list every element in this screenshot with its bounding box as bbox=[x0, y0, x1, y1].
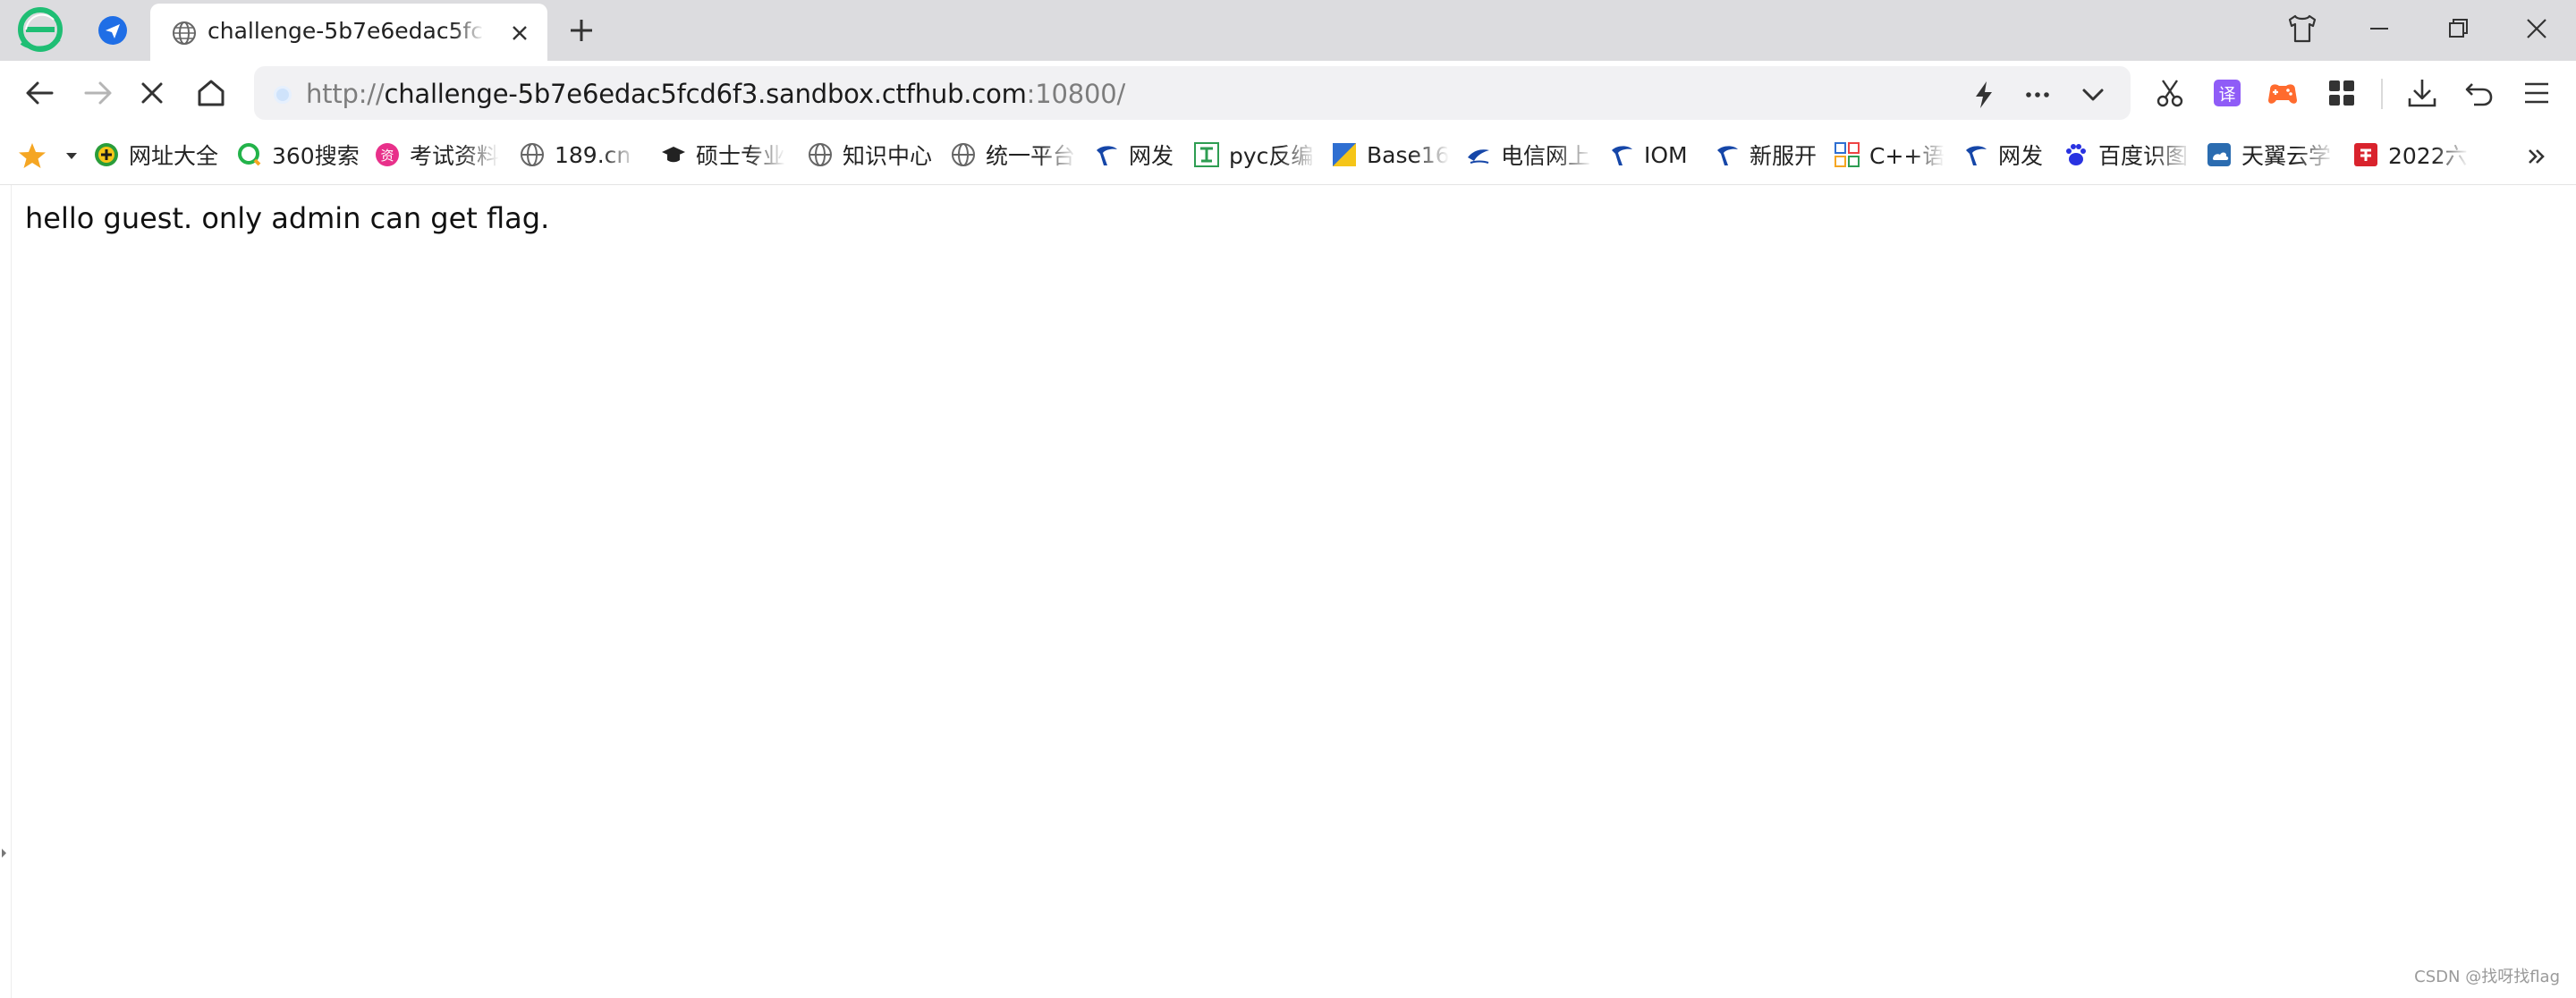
new-tab-plus-icon[interactable] bbox=[565, 14, 597, 47]
bookmark-label: 天翼云学 bbox=[2241, 143, 2332, 169]
bookmark-label: 网发 bbox=[1998, 143, 2044, 169]
globe-icon bbox=[952, 143, 975, 166]
bookmark-item[interactable]: 天翼云学 bbox=[2206, 138, 2334, 172]
close-window-icon[interactable] bbox=[2517, 9, 2556, 48]
stop-loading-icon[interactable] bbox=[132, 73, 172, 113]
bookmark-label: pyc反编 bbox=[1229, 143, 1314, 169]
game-controller-icon[interactable] bbox=[2263, 73, 2302, 113]
bookmark-item[interactable]: 2022六 bbox=[2352, 138, 2469, 172]
bookmark-label: 百度识图 bbox=[2098, 143, 2189, 169]
bookmark-label: 统一平台 bbox=[986, 143, 1076, 169]
bookmark-item[interactable]: 硕士专业 bbox=[660, 138, 785, 172]
page-loading-indicator-icon bbox=[274, 86, 292, 104]
bookmark-label: 知识中心 bbox=[843, 143, 933, 169]
bookmark-item[interactable]: pyc反编 bbox=[1193, 138, 1317, 172]
globe-icon bbox=[521, 143, 544, 166]
undo-restore-icon[interactable] bbox=[2460, 73, 2499, 113]
left-side-panel-edge[interactable] bbox=[0, 185, 12, 998]
url-port: :10800/ bbox=[1026, 79, 1126, 109]
bookmark-label: 硕士专业 bbox=[696, 143, 785, 169]
bookmark-item[interactable]: 资 考试资料 bbox=[374, 138, 499, 172]
bookmark-item[interactable]: C++语 bbox=[1834, 138, 1945, 172]
minimize-icon[interactable] bbox=[2360, 9, 2399, 48]
bookmark-item[interactable]: Base16 bbox=[1331, 138, 1449, 172]
skin-shirt-icon[interactable] bbox=[2283, 9, 2322, 48]
bookmark-item[interactable]: 网址大全 bbox=[93, 138, 218, 172]
forward-arrow-icon[interactable] bbox=[79, 73, 118, 113]
bookmark-label: 189.cn - bbox=[555, 141, 637, 168]
url-text[interactable]: http://challenge-5b7e6edac5fcd6f3.sandbo… bbox=[306, 79, 1125, 109]
bookmark-label: C++语 bbox=[1869, 143, 1945, 169]
side-panel-expand-icon[interactable] bbox=[1, 847, 8, 859]
telecom-icon bbox=[1966, 146, 1987, 165]
svg-text:译: 译 bbox=[2218, 85, 2235, 105]
chevron-down-icon[interactable] bbox=[2075, 77, 2111, 113]
bookmark-item[interactable]: 网发 bbox=[1093, 138, 1174, 172]
navigation-toolbar: http://challenge-5b7e6edac5fcd6f3.sandbo… bbox=[0, 61, 2576, 125]
bookmark-label: 电信网上 bbox=[1501, 143, 1591, 169]
pinned-tab-send-icon[interactable] bbox=[97, 14, 129, 47]
bookmark-item[interactable]: 360搜索 bbox=[236, 138, 360, 172]
more-bookmarks-chevron-icon[interactable] bbox=[2522, 143, 2549, 170]
globe-icon bbox=[809, 143, 832, 166]
bookmark-label: 新服开 bbox=[1750, 143, 1818, 169]
bookmark-item[interactable]: IOM bbox=[1608, 138, 1688, 172]
bookmark-label: 2022六 bbox=[2388, 143, 2468, 169]
telecom-icon bbox=[1612, 146, 1632, 165]
browser-logo-icon[interactable] bbox=[18, 7, 63, 52]
tab-strip: challenge-5b7e6edac5fcd6f3.sandbox.ctfhu… bbox=[0, 0, 2576, 61]
bookmark-label: 网址大全 bbox=[129, 143, 219, 169]
star-favorites-icon[interactable] bbox=[18, 141, 47, 170]
bookmark-label: 考试资料 bbox=[410, 143, 499, 169]
tool-icon bbox=[1194, 142, 1219, 167]
address-bar[interactable]: http://challenge-5b7e6edac5fcd6f3.sandbo… bbox=[254, 66, 2131, 120]
base16-icon bbox=[1333, 143, 1356, 166]
telecom-icon bbox=[1717, 146, 1738, 165]
active-tab[interactable]: challenge-5b7e6edac5fcd6f3.sandbox.ctfhu… bbox=[150, 4, 547, 61]
lightning-accelerate-icon[interactable] bbox=[1966, 77, 2002, 113]
exam-icon: 资 bbox=[376, 143, 399, 166]
baidu-icon bbox=[2066, 144, 2086, 165]
bookmark-item[interactable]: 电信网上 bbox=[1465, 138, 1592, 172]
bookmarks-bar: 网址大全 360搜索 资 考试资料 189.cn - 硕士专业 知识中心 统一平… bbox=[0, 125, 2576, 185]
url-host: challenge-5b7e6edac5fcd6f3.sandbox.ctfhu… bbox=[384, 79, 1027, 109]
apps-grid-icon[interactable] bbox=[2322, 73, 2361, 113]
page-message: hello guest. only admin can get flag. bbox=[25, 201, 550, 235]
site-nav-icon bbox=[95, 143, 118, 166]
bookmark-item[interactable]: 新服开 bbox=[1714, 138, 1817, 172]
bookmark-item[interactable]: 网发 bbox=[1962, 138, 2043, 172]
tab-title: challenge-5b7e6edac5fcd6f3.sandbox.ctfhu… bbox=[208, 18, 485, 44]
home-icon[interactable] bbox=[191, 73, 231, 113]
tianyi-cloud-icon bbox=[2207, 143, 2231, 166]
translate-icon[interactable]: 译 bbox=[2207, 73, 2247, 113]
url-scheme: http:// bbox=[306, 79, 385, 109]
bookmark-label: 360搜索 bbox=[272, 143, 360, 169]
download-icon[interactable] bbox=[2402, 73, 2442, 113]
close-tab-icon[interactable] bbox=[508, 21, 531, 45]
back-arrow-icon[interactable] bbox=[20, 73, 59, 113]
caret-down-icon[interactable] bbox=[64, 148, 79, 163]
toolbar-divider bbox=[2381, 79, 2383, 109]
bookmark-item[interactable]: 189.cn - bbox=[519, 138, 637, 172]
page-content: hello guest. only admin can get flag. bbox=[0, 185, 2576, 998]
menu-hamburger-icon[interactable] bbox=[2517, 73, 2556, 113]
bookmark-item[interactable]: 百度识图 bbox=[2063, 138, 2191, 172]
bookmark-label: 网发 bbox=[1129, 143, 1174, 169]
telecom-icon bbox=[1097, 146, 1117, 165]
telecom-bird-icon bbox=[1468, 149, 1489, 164]
globe-icon bbox=[173, 21, 196, 45]
graduation-cap-icon bbox=[662, 147, 685, 163]
more-options-dots-icon[interactable] bbox=[2020, 77, 2055, 113]
scissors-screenshot-icon[interactable] bbox=[2150, 73, 2190, 113]
search-360-icon bbox=[238, 143, 261, 166]
bookmark-item[interactable]: 知识中心 bbox=[807, 138, 932, 172]
restore-window-icon[interactable] bbox=[2438, 9, 2478, 48]
svg-text:资: 资 bbox=[380, 148, 394, 164]
bookmark-label: Base16 bbox=[1367, 141, 1449, 168]
bookmark-item[interactable]: 统一平台 bbox=[950, 138, 1077, 172]
watermark: CSDN @找呀找flag bbox=[2414, 968, 2560, 986]
calendar-icon bbox=[2354, 143, 2377, 166]
cpp-icon bbox=[1835, 142, 1860, 167]
bookmark-label: IOM bbox=[1644, 141, 1688, 168]
